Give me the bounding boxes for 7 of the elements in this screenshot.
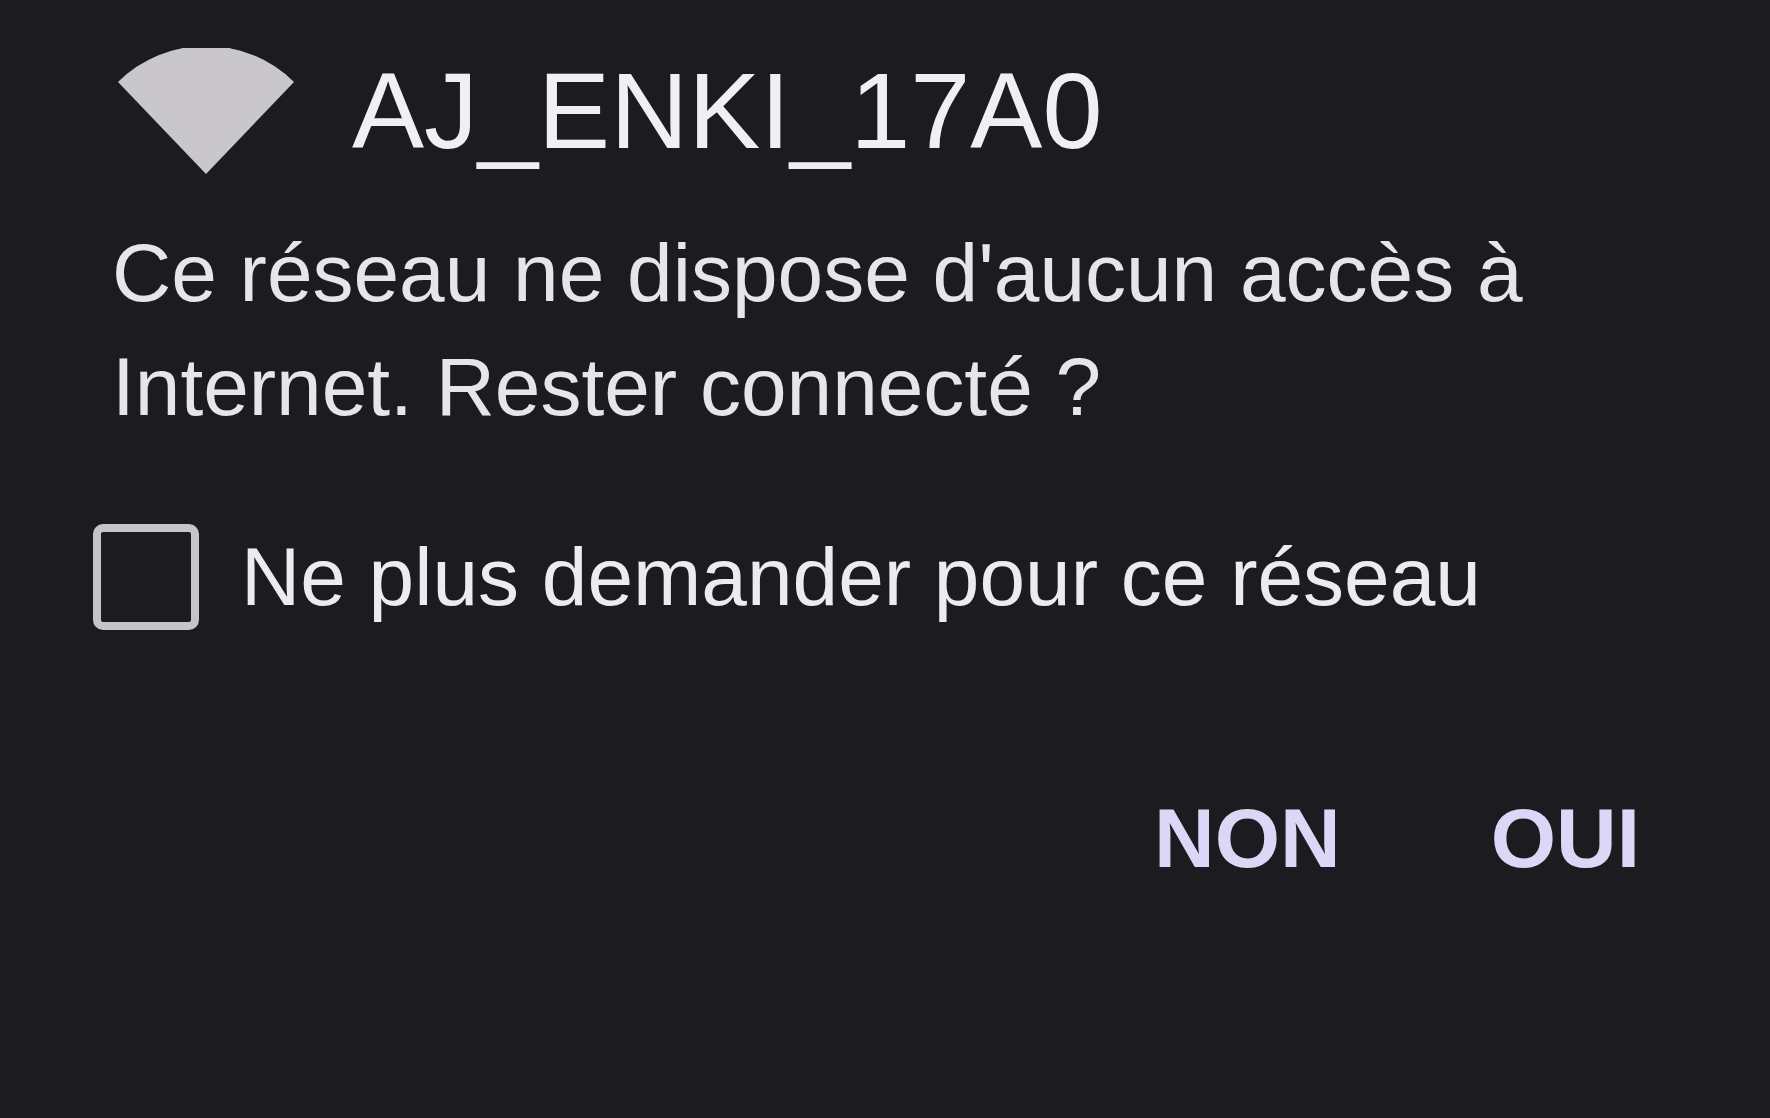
yes-button[interactable]: OUI xyxy=(1490,790,1640,887)
dialog-message: Ce réseau ne dispose d'aucun accès à Internet. Rester connecté ? xyxy=(112,226,1524,434)
no-button[interactable]: NON xyxy=(1154,790,1341,887)
dialog-title: AJ_ENKI_17A0 xyxy=(352,49,1103,173)
wifi-icon xyxy=(118,48,294,174)
checkbox-label: Ne plus demander pour ce réseau xyxy=(241,530,1481,624)
checkbox[interactable] xyxy=(93,524,199,630)
